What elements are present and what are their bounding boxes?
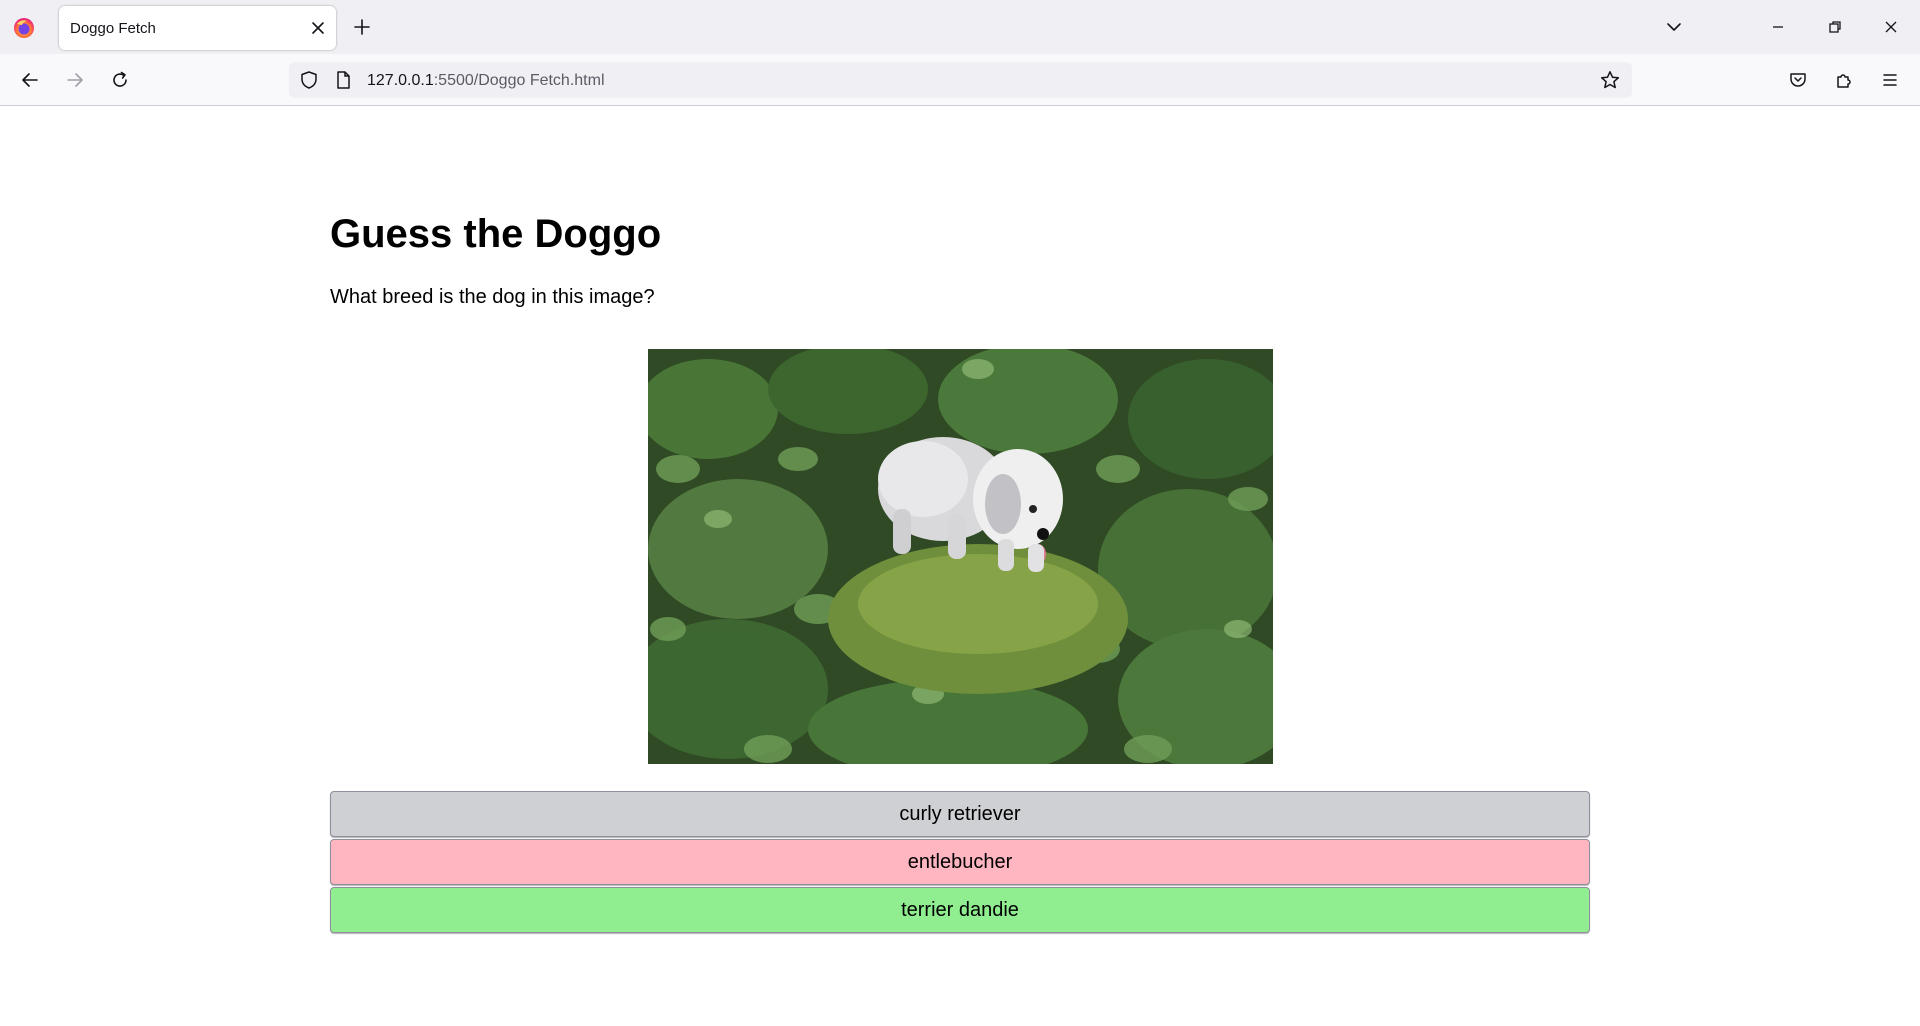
list-all-tabs-chevron-icon[interactable] xyxy=(1662,15,1686,39)
extensions-puzzle-icon[interactable] xyxy=(1832,68,1856,92)
dog-photo xyxy=(648,349,1273,764)
forward-arrow-icon[interactable] xyxy=(63,68,87,92)
url-path: :5500/Doggo Fetch.html xyxy=(433,72,605,89)
tab-title: Doggo Fetch xyxy=(70,20,156,37)
page-info-icon[interactable] xyxy=(331,68,355,92)
close-window-icon[interactable] xyxy=(1879,15,1903,39)
minimize-icon[interactable] xyxy=(1766,15,1790,39)
new-tab-icon[interactable] xyxy=(350,15,374,39)
firefox-logo-icon[interactable] xyxy=(12,16,36,40)
reload-icon[interactable] xyxy=(108,68,132,92)
question-text: What breed is the dog in this image? xyxy=(330,286,655,308)
close-tab-icon[interactable] xyxy=(308,18,328,38)
address-bar[interactable]: 127.0.0.1:5500/Doggo Fetch.html xyxy=(289,62,1632,98)
answer-list: curly retriever entlebucher terrier dand… xyxy=(330,791,1590,935)
back-arrow-icon[interactable] xyxy=(18,68,42,92)
url-host: 127.0.0.1 xyxy=(367,72,434,89)
answer-button-entlebucher[interactable]: entlebucher xyxy=(330,839,1590,885)
pocket-icon[interactable] xyxy=(1786,68,1810,92)
answer-button-terrier-dandie[interactable]: terrier dandie xyxy=(330,887,1590,933)
restore-icon[interactable] xyxy=(1823,15,1847,39)
navigation-toolbar: 127.0.0.1:5500/Doggo Fetch.html xyxy=(0,54,1920,106)
answer-button-curly-retriever[interactable]: curly retriever xyxy=(330,791,1590,837)
page-title: Guess the Doggo xyxy=(330,212,662,256)
active-tab[interactable]: Doggo Fetch xyxy=(59,6,336,50)
tracking-protection-shield-icon[interactable] xyxy=(297,68,321,92)
bookmark-star-icon[interactable] xyxy=(1598,68,1622,92)
hamburger-menu-icon[interactable] xyxy=(1878,68,1902,92)
tab-strip: Doggo Fetch xyxy=(0,0,1920,54)
url-text[interactable]: 127.0.0.1:5500/Doggo Fetch.html xyxy=(367,72,605,90)
